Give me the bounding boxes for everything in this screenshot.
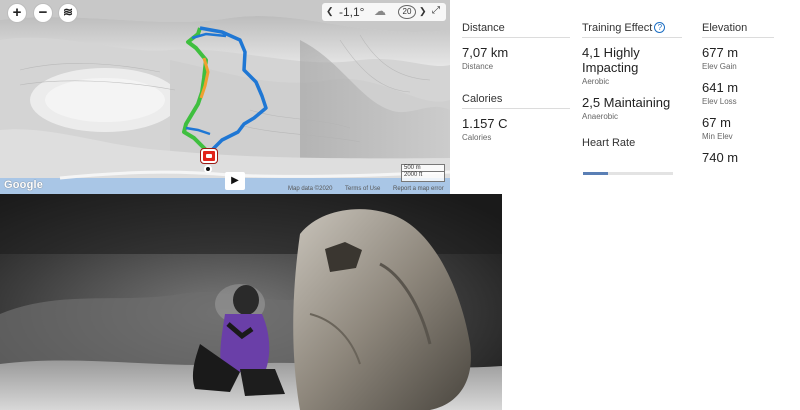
layers-icon: ≋ <box>62 5 74 19</box>
min-elev-value: 67 m <box>702 115 731 130</box>
elev-gain-value: 677 m <box>702 45 739 60</box>
max-elev-value: 740 m <box>702 150 739 165</box>
training-effect-title: Training Effect <box>582 22 653 34</box>
min-elev-label: Min Elev <box>702 132 733 141</box>
scale-imperial: 2000 ft <box>404 172 423 178</box>
heart-rate-bar-fill <box>583 172 609 175</box>
help-icon[interactable]: ? <box>654 22 666 33</box>
weather-prev-icon[interactable]: ❮ <box>326 6 334 17</box>
elevation-header: Elevation <box>702 22 774 38</box>
cloud-icon: ☁ <box>374 4 386 18</box>
activity-page: + − ≋ ❮ -1,1° ☁ 20 ❯ ⤢ ▶ 500 m 2000 ft G… <box>0 0 800 410</box>
distance-column: Distance 7,07 km Distance Calories 1.157… <box>462 22 570 142</box>
zoom-out-button[interactable]: − <box>33 3 53 23</box>
distance-label: Distance <box>462 62 494 71</box>
calories-header: Calories <box>462 93 570 109</box>
weather-wind: 20 <box>398 5 416 19</box>
heart-rate-header: Heart Rate <box>582 137 636 149</box>
elev-loss-label: Elev Loss <box>702 97 737 106</box>
play-icon: ▶ <box>231 175 239 186</box>
elev-gain-label: Elev Gain <box>702 62 737 71</box>
heart-rate-bar <box>583 172 673 175</box>
elevation-column: Elevation 677 m Elev Gain 641 m Elev Los… <box>702 22 774 165</box>
report-error-link[interactable]: Report a map error <box>393 186 444 192</box>
start-marker-dot <box>204 165 212 173</box>
zoom-in-button[interactable]: + <box>7 3 27 23</box>
aerobic-label: Aerobic <box>582 77 610 86</box>
map-data-attribution: Map data ©2020 <box>288 186 333 192</box>
training-effect-header: Training Effect? <box>582 22 682 38</box>
distance-header: Distance <box>462 22 570 38</box>
scale-metric: 500 m <box>402 165 444 172</box>
elev-loss-value: 641 m <box>702 80 739 95</box>
distance-value: 7,07 km <box>462 45 509 60</box>
training-effect-column: Training Effect? 4,1 Highly Impacting Ae… <box>582 22 682 152</box>
play-route-button[interactable]: ▶ <box>225 172 245 190</box>
fullscreen-icon[interactable]: ⤢ <box>432 5 440 16</box>
weather-temperature: -1,1° <box>339 5 365 19</box>
layers-button[interactable]: ≋ <box>58 3 78 23</box>
start-marker[interactable] <box>198 147 218 173</box>
activity-photo[interactable] <box>0 194 502 410</box>
start-marker-icon <box>206 154 212 158</box>
weather-bar: ❮ -1,1° ☁ 20 ❯ ⤢ <box>322 3 446 21</box>
calories-value: 1.157 C <box>462 116 508 131</box>
route-map[interactable]: + − ≋ ❮ -1,1° ☁ 20 ❯ ⤢ ▶ 500 m 2000 ft G… <box>0 0 450 194</box>
aerobic-value: 4,1 Highly Impacting <box>582 45 640 75</box>
google-logo[interactable]: Google <box>4 179 43 191</box>
terms-link[interactable]: Terms of Use <box>345 186 380 192</box>
anaerobic-label: Anaerobic <box>582 112 619 121</box>
weather-next-icon[interactable]: ❯ <box>419 6 427 17</box>
route-track <box>182 26 268 158</box>
anaerobic-value: 2,5 Maintaining <box>582 95 671 110</box>
map-scale: 500 m 2000 ft <box>401 164 445 182</box>
photo-hiker-at-rock <box>0 194 502 410</box>
calories-label: Calories <box>462 133 492 142</box>
